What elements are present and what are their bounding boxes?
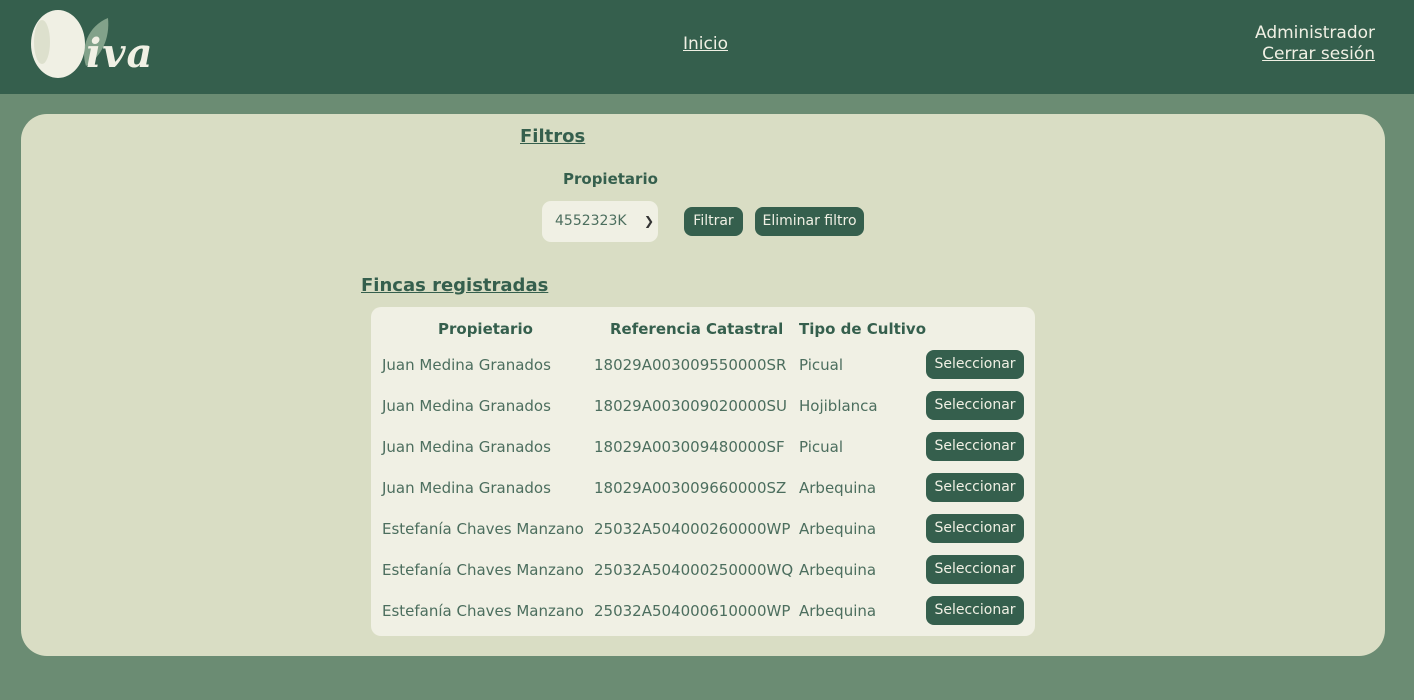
clear-filter-button[interactable]: Eliminar filtro <box>755 207 864 236</box>
select-row-button[interactable]: Seleccionar <box>926 391 1024 420</box>
logout-link[interactable]: Cerrar sesión <box>1255 44 1375 65</box>
cell-crop-type: Arbequina <box>799 479 877 497</box>
column-header-cadastral-ref: Referencia Catastral <box>610 320 784 338</box>
cell-crop-type: Arbequina <box>799 602 877 620</box>
cell-cadastral-ref: 18029A003009550000SR <box>594 356 787 374</box>
cell-cadastral-ref: 18029A003009480000SF <box>594 438 785 456</box>
cell-owner: Estefanía Chaves Manzano <box>382 520 584 538</box>
cell-crop-type: Hojiblanca <box>799 397 878 415</box>
user-role: Administrador <box>1254 23 1375 43</box>
cell-crop-type: Arbequina <box>799 561 877 579</box>
column-header-owner: Propietario <box>438 320 533 338</box>
cell-cadastral-ref: 25032A504000260000WP <box>594 520 791 538</box>
column-header-crop-type: Tipo de Cultivo <box>799 320 926 338</box>
cell-owner: Juan Medina Granados <box>382 438 551 456</box>
filter-button[interactable]: Filtrar <box>684 207 743 236</box>
select-row-button[interactable]: Seleccionar <box>926 555 1024 584</box>
cell-owner: Estefanía Chaves Manzano <box>382 561 584 579</box>
cell-cadastral-ref: 18029A003009020000SU <box>594 397 788 415</box>
select-row-button[interactable]: Seleccionar <box>926 514 1024 543</box>
cell-owner: Juan Medina Granados <box>382 356 551 374</box>
logo-text: iva <box>86 30 154 77</box>
chevron-down-icon: ❯ <box>643 214 654 228</box>
nav-home-link[interactable]: Inicio <box>683 34 728 54</box>
user-box: Administrador Cerrar sesión <box>1255 23 1375 65</box>
cell-cadastral-ref: 25032A504000610000WP <box>594 602 791 620</box>
cell-owner: Juan Medina Granados <box>382 397 551 415</box>
cell-cadastral-ref: 25032A504000250000WQ <box>594 561 794 579</box>
owner-filter-label: Propietario <box>563 170 658 188</box>
top-bar: iva Inicio Administrador Cerrar sesión <box>0 0 1414 94</box>
select-row-button[interactable]: Seleccionar <box>926 432 1024 461</box>
cell-crop-type: Arbequina <box>799 520 877 538</box>
cell-crop-type: Picual <box>799 438 843 456</box>
owner-select-value: 4552323K <box>555 213 627 229</box>
select-row-button[interactable]: Seleccionar <box>926 350 1024 379</box>
farms-title: Fincas registradas <box>361 275 549 296</box>
cell-crop-type: Picual <box>799 356 843 374</box>
select-row-button[interactable]: Seleccionar <box>926 596 1024 625</box>
select-row-button[interactable]: Seleccionar <box>926 473 1024 502</box>
filters-title: Filtros <box>520 126 586 147</box>
cell-cadastral-ref: 18029A003009660000SZ <box>594 479 787 497</box>
owner-select[interactable]: 4552323K ❯ <box>542 201 658 242</box>
cell-owner: Estefanía Chaves Manzano <box>382 602 584 620</box>
cell-owner: Juan Medina Granados <box>382 479 551 497</box>
